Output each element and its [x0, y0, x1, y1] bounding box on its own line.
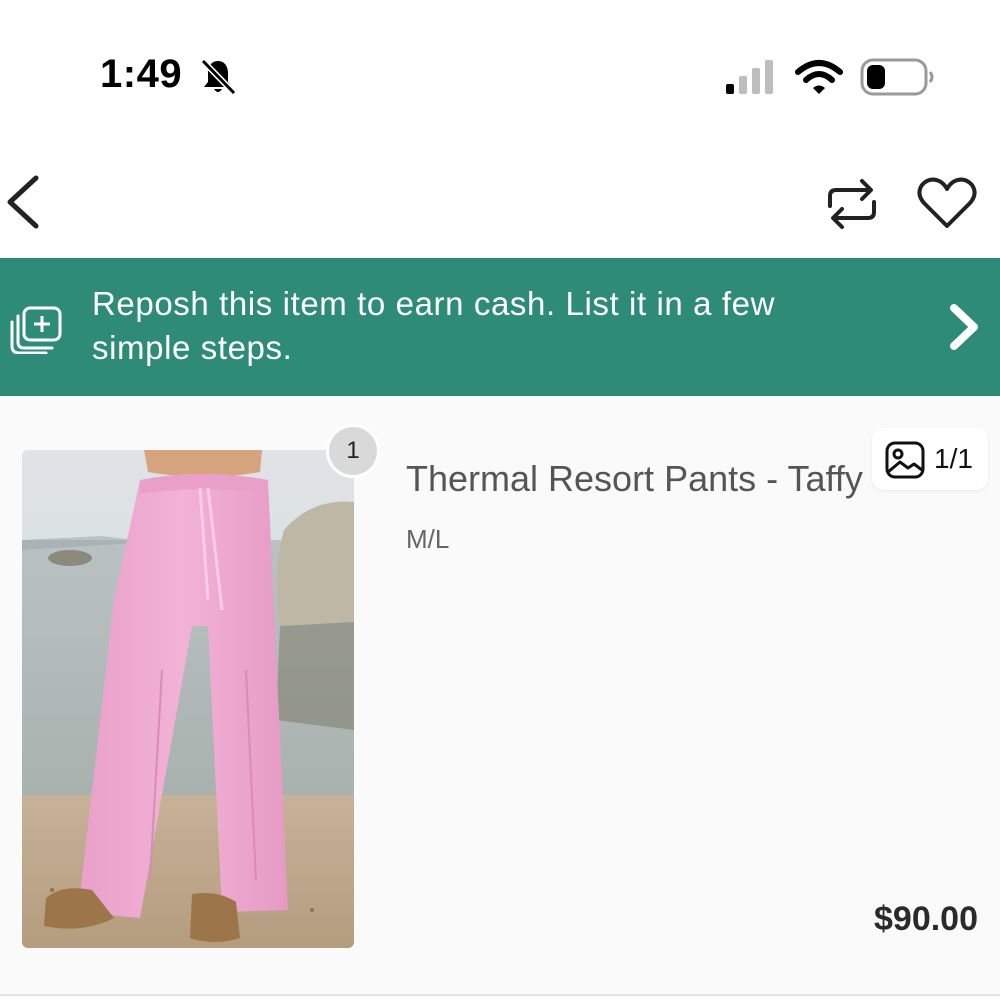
battery-icon	[860, 58, 936, 101]
image-counter: 1/1	[872, 428, 988, 490]
repost-icon[interactable]	[824, 176, 880, 237]
chevron-left-icon[interactable]	[4, 174, 44, 235]
bell-slash-icon	[200, 58, 237, 101]
chevron-right-icon[interactable]	[944, 302, 984, 357]
repost-banner[interactable]: Reposh this item to earn cash. List it i…	[0, 258, 1000, 396]
listing-title[interactable]: Thermal Resort Pants - Taffy	[406, 458, 906, 500]
status-bar: 1:49	[0, 0, 1000, 130]
heart-icon[interactable]	[916, 174, 978, 235]
listing-photo[interactable]	[22, 450, 354, 948]
image-counter-text: 1/1	[934, 443, 973, 474]
image-icon	[884, 440, 926, 485]
status-time: 1:49	[100, 52, 183, 96]
photo-count-badge: 1	[326, 424, 380, 478]
listing-size: M/L	[406, 524, 450, 554]
nav-bar	[0, 160, 1000, 250]
add-listing-icon	[10, 304, 64, 359]
listing-price: $90.00	[874, 900, 978, 938]
cellular-signal-icon	[726, 60, 778, 101]
wifi-icon	[795, 58, 843, 101]
listing-card[interactable]: 1 Thermal Resort Pants - Taffy M/L 1/1 $…	[0, 396, 1000, 996]
banner-text: Reposh this item to earn cash. List it i…	[92, 285, 776, 366]
